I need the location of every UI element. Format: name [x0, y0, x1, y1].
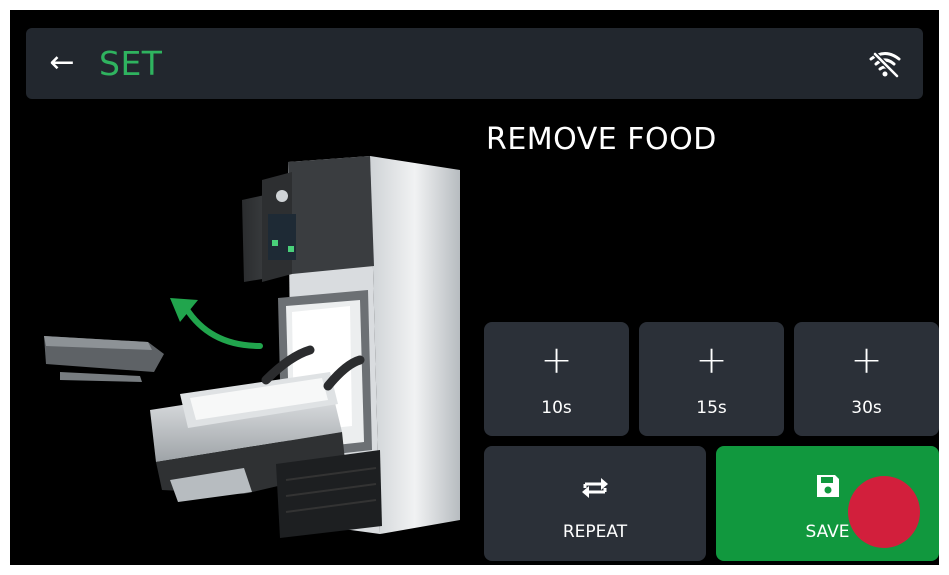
add-10s-button[interactable]: + 10s	[484, 322, 629, 436]
add-30s-label: 30s	[851, 398, 882, 418]
plus-icon: +	[540, 338, 573, 382]
top-bar: ← SET	[26, 28, 923, 99]
repeat-icon	[484, 472, 706, 504]
page-title: SET	[99, 44, 163, 83]
plus-icon: +	[850, 338, 883, 382]
record-indicator[interactable]	[848, 476, 920, 548]
add-30s-button[interactable]: + 30s	[794, 322, 939, 436]
add-10s-label: 10s	[541, 398, 572, 418]
repeat-button[interactable]: REPEAT	[484, 446, 706, 561]
back-button[interactable]: ←	[44, 46, 80, 82]
add-15s-label: 15s	[696, 398, 727, 418]
oven-illustration	[44, 156, 460, 538]
step-title: REMOVE FOOD	[486, 122, 717, 157]
add-15s-button[interactable]: + 15s	[639, 322, 784, 436]
repeat-label: REPEAT	[562, 522, 628, 542]
plus-icon: +	[695, 338, 728, 382]
wifi-off-icon[interactable]	[867, 46, 903, 82]
app-screen: ← SET REMOVE FOOD + 10s + 15s + 30s REPE…	[10, 10, 939, 565]
arrow-left-icon: ←	[49, 45, 75, 80]
